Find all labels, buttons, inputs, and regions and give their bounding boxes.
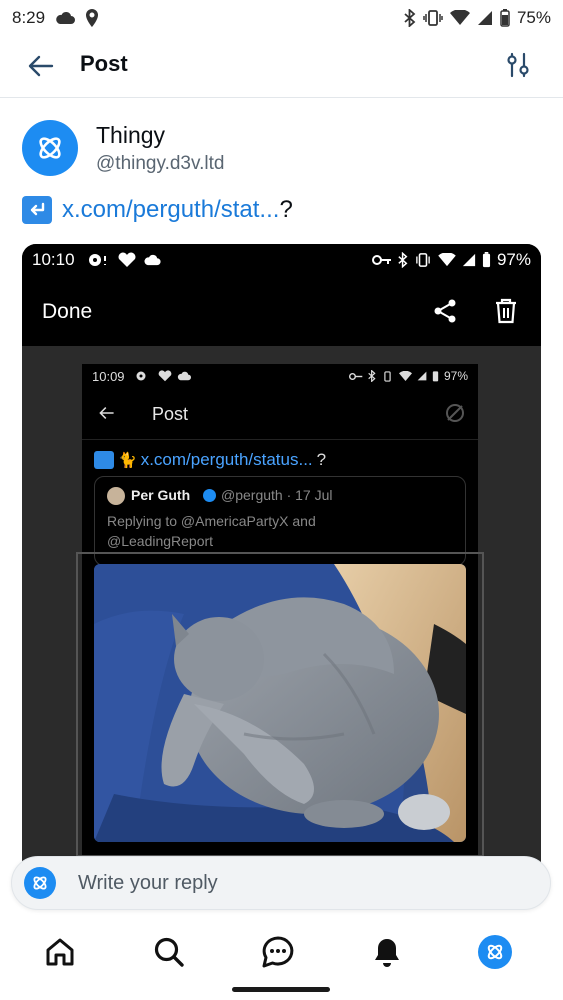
back-arrow-icon[interactable]: [26, 51, 56, 81]
inner-status-bar: 10:09 97%: [82, 364, 478, 388]
notification-icon: [136, 371, 146, 381]
nav-search[interactable]: [149, 932, 189, 972]
reply-composer[interactable]: Write your reply: [11, 856, 551, 910]
vibrate-icon: [416, 253, 430, 267]
vibrate-icon: [423, 10, 443, 26]
inner-post-text: 🐈 x.com/perguth/status... ?: [94, 450, 326, 470]
wifi-icon: [438, 253, 456, 267]
quote-replying-to: Replying to @AmericaPartyX and @LeadingR…: [107, 513, 316, 549]
cloud-icon: [177, 371, 191, 381]
author-name[interactable]: Thingy: [96, 122, 165, 149]
battery-icon: [482, 252, 491, 268]
chat-icon: [262, 936, 294, 968]
thread-settings-icon: [446, 404, 464, 422]
signal-icon: [462, 253, 476, 267]
bluetooth-icon: [368, 370, 376, 382]
battery-icon: [432, 371, 439, 382]
bell-icon: [375, 939, 399, 967]
heart-check-icon: [158, 370, 171, 382]
page-title: Post: [80, 51, 128, 76]
key-icon: [371, 255, 391, 265]
inner-page-title: Post: [152, 404, 189, 424]
home-icon: [46, 938, 74, 966]
return-arrow-icon: [94, 451, 114, 469]
nav-notifications[interactable]: [367, 932, 407, 972]
notification-icon: [88, 254, 106, 266]
atom-logo-icon: [39, 137, 61, 159]
embedded-battery-level: 97%: [496, 250, 531, 269]
nav-home[interactable]: [40, 932, 80, 972]
inner-post-tail: ?: [316, 450, 327, 469]
bottom-navigation: [0, 918, 563, 988]
search-icon: [154, 937, 184, 967]
return-arrow-icon: [22, 196, 52, 224]
inner-status-time: 10:09: [92, 368, 125, 384]
bluetooth-icon: [398, 252, 408, 268]
profile-avatar: [478, 935, 512, 969]
post-text: x.com/perguth/stat... ?: [22, 196, 293, 224]
embedded-toolbar: Done: [22, 276, 541, 346]
cat-emoji-icon: 🐈: [118, 452, 137, 469]
thread-settings-icon[interactable]: [503, 50, 533, 80]
share-icon: [434, 299, 456, 323]
quote-author-name: Per Guth: [131, 487, 191, 503]
inner-header: Post: [82, 388, 478, 440]
gesture-bar[interactable]: [232, 987, 330, 992]
quote-avatar: [107, 487, 125, 505]
embedded-screenshot: 10:09 97% Post 🐈 x.com/perguth/status...: [76, 364, 484, 884]
author-handle[interactable]: @thingy.d3v.ltd: [96, 153, 224, 175]
nav-chat[interactable]: [258, 932, 298, 972]
signal-icon: [477, 11, 492, 25]
vibrate-icon: [384, 370, 391, 382]
embedded-status-bar: 10:10 97%: [22, 244, 541, 276]
nav-profile[interactable]: [475, 932, 515, 972]
status-time: 8:29: [12, 8, 46, 27]
post-text-tail: ?: [279, 196, 293, 223]
inner-post-link: x.com/perguth/status...: [140, 450, 313, 469]
wifi-icon: [449, 10, 470, 25]
battery-level: 75%: [516, 8, 551, 27]
wifi-icon: [398, 370, 412, 381]
embedded-status-time: 10:10: [32, 250, 75, 269]
back-arrow-icon: [99, 407, 114, 419]
atom-logo-icon: [33, 876, 47, 890]
reply-placeholder: Write your reply: [78, 871, 218, 894]
app-header: Post: [0, 36, 563, 98]
post-image[interactable]: 10:10 97% Done 10:09 97% Post 🐈 x.com/pe…: [22, 244, 541, 884]
embedded-done-button: Done: [42, 300, 93, 323]
quote-author-handle: @perguth · 17 Jul: [221, 487, 333, 503]
key-icon: [348, 372, 363, 380]
heart-check-icon: [118, 252, 136, 267]
trash-icon: [496, 298, 516, 324]
user-avatar: [24, 867, 56, 899]
author-avatar[interactable]: [22, 120, 78, 176]
status-bar: 8:29 75%: [0, 0, 563, 36]
atom-logo-icon: [487, 944, 503, 960]
post-link[interactable]: x.com/perguth/stat...: [62, 196, 279, 224]
cloud-icon: [56, 11, 76, 24]
inner-battery-level: 97%: [443, 369, 468, 383]
verified-badge-icon: [203, 489, 216, 502]
cat-photo: [94, 564, 466, 842]
battery-icon: [500, 9, 510, 27]
location-icon: [86, 9, 99, 27]
bluetooth-icon: [404, 9, 416, 27]
signal-icon: [417, 371, 427, 381]
cloud-icon: [143, 254, 161, 266]
